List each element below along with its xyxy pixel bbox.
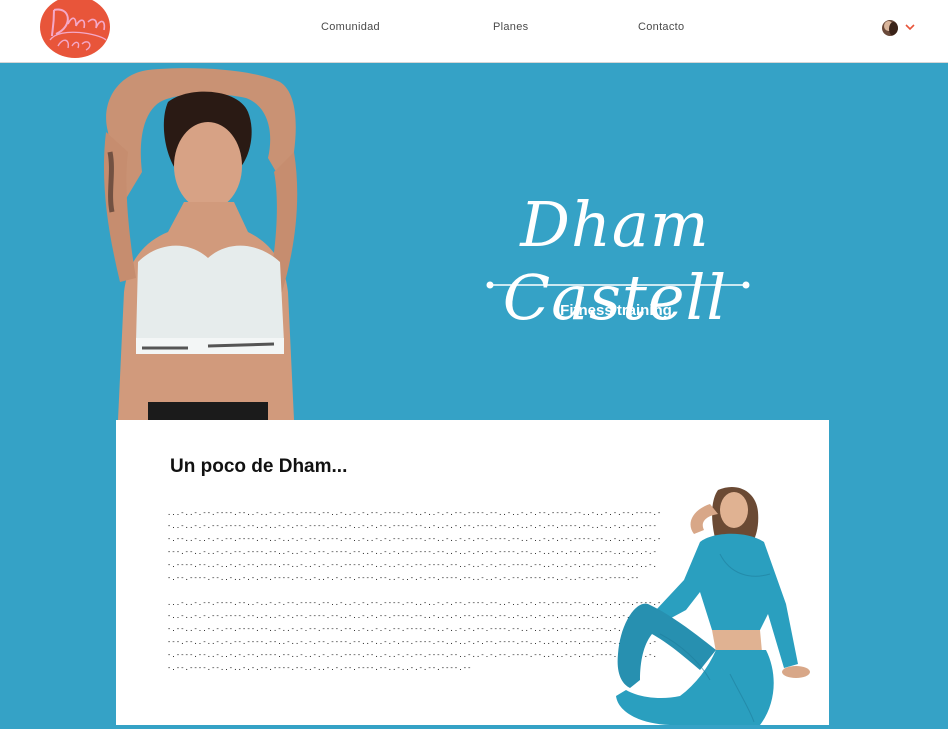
- chevron-down-icon[interactable]: [905, 23, 915, 31]
- hero-athlete-image: [103, 68, 298, 420]
- about-paragraph-1: ...-..-.--.----.--..-..-.-.--.----.--..-…: [167, 509, 662, 582]
- top-navbar: Comunidad Planes Contacto: [0, 0, 948, 63]
- nav-link-comunidad[interactable]: Comunidad: [321, 21, 380, 33]
- brand-logo[interactable]: [40, 0, 110, 58]
- user-avatar[interactable]: [882, 20, 898, 36]
- about-card: Un poco de Dham... ...-..-.--.----.--..-…: [116, 420, 829, 725]
- about-title: Un poco de Dham...: [170, 456, 348, 477]
- hero-subtitle: Fitness training: [560, 302, 672, 319]
- about-paragraph-2: ...-..-.--.----.--..-..-.-.--.----.--..-…: [167, 599, 662, 672]
- nav-link-contacto[interactable]: Contacto: [638, 21, 684, 33]
- logo-script-icon: [49, 8, 107, 51]
- nav-link-planes[interactable]: Planes: [493, 21, 528, 33]
- about-athlete-image: [616, 486, 810, 725]
- title-divider: [486, 281, 750, 289]
